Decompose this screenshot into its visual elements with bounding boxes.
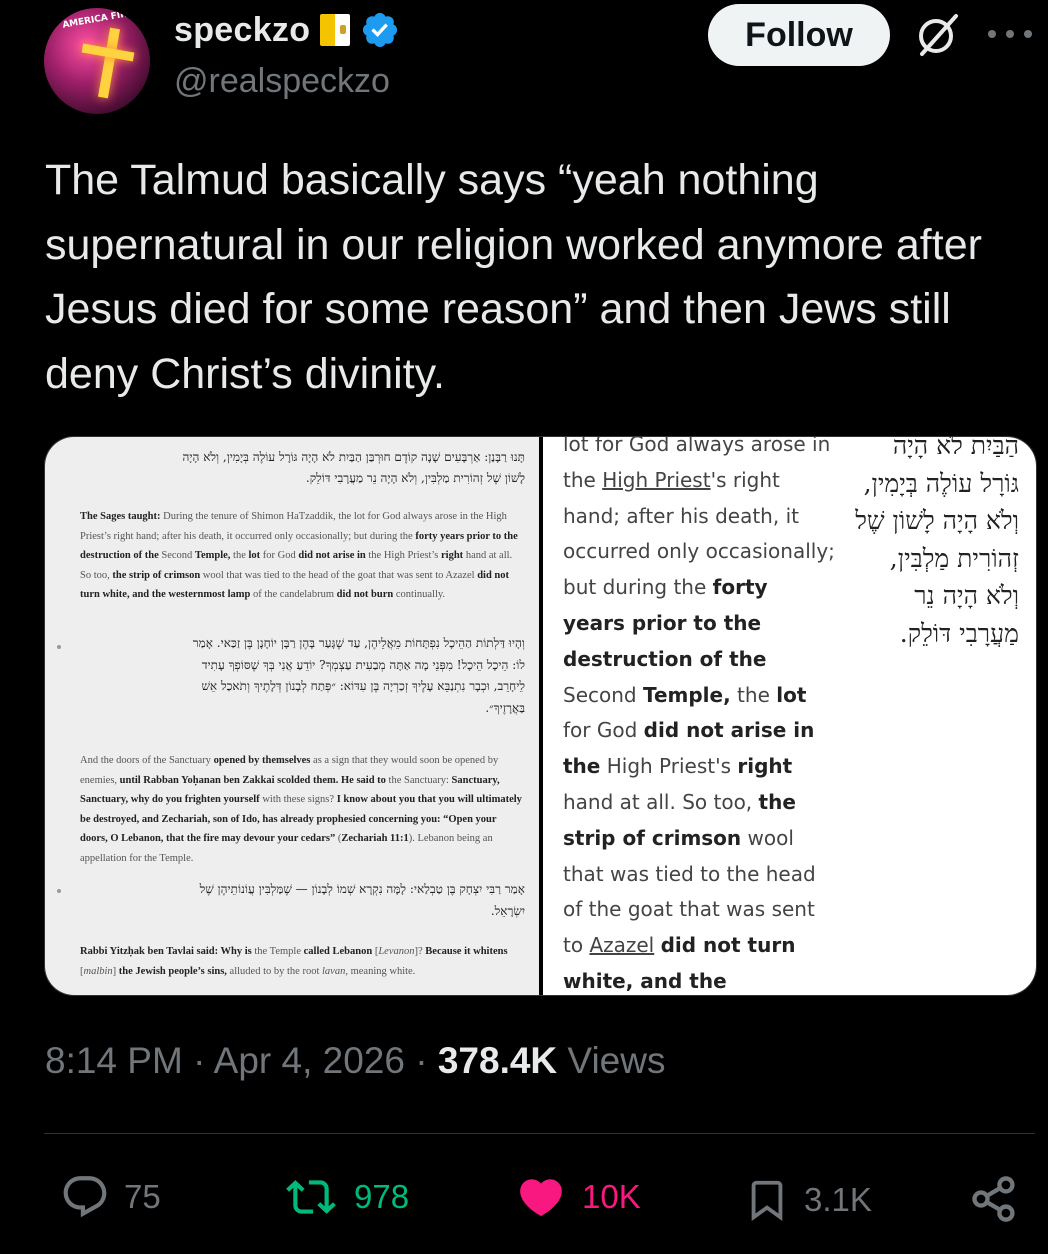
hebrew-line: זְהוֹרִית מַלְבִּין, xyxy=(889,543,1019,573)
bookmark-button[interactable]: 3.1K xyxy=(744,1172,872,1228)
tweet-meta: 8:14 PM · Apr 4, 2026 · 378.4K Views xyxy=(45,1040,665,1082)
tweet-time[interactable]: 8:14 PM xyxy=(45,1040,183,1081)
hebrew-line: וְלֹא הָיָה נֵר xyxy=(914,581,1019,610)
share-button[interactable] xyxy=(968,1172,1020,1226)
divider xyxy=(44,1133,1035,1134)
verified-badge-icon xyxy=(363,12,398,48)
media-image-right[interactable]: lot for God always arose in the High Pri… xyxy=(543,437,1036,995)
grok-icon[interactable] xyxy=(912,10,962,60)
vatican-flag-icon xyxy=(320,14,351,46)
english-passage-2: And the doors of the Sanctuary opened by… xyxy=(80,755,522,864)
zoomed-english-text: lot for God always arose in the High Pri… xyxy=(563,436,835,993)
hebrew-line: וְלֹא הָיָה לָשׁוֹן שֶׁל xyxy=(855,506,1019,535)
user-handle[interactable]: @realspeckzo xyxy=(174,62,390,101)
tweet-header: AMERICA FIRST speckzo @realspeckzo Follo… xyxy=(0,0,1048,120)
more-options-icon[interactable] xyxy=(988,14,1032,54)
display-name[interactable]: speckzo xyxy=(174,11,310,50)
english-passage-3: Rabbi Yitzḥak ben Tavlai said: Why is th… xyxy=(80,946,508,977)
zoomed-hebrew-text: הַבַּיִת לֹא הָיָה גּוֹרָל עוֹלֶה בְּיָמִ… xyxy=(843,436,1019,652)
hebrew-line: בַּאֲרָזֶיךָ״. xyxy=(485,700,525,715)
tweet-media[interactable]: תָּנוּ רַבָּנַן: אַרְבָּעִים שָׁנָה קוֹד… xyxy=(44,436,1037,996)
hebrew-line: תָּנוּ רַבָּנַן: אַרְבָּעִים שָׁנָה קוֹד… xyxy=(182,450,525,464)
meta-separator: · xyxy=(404,1040,438,1081)
reply-button[interactable]: 75 xyxy=(60,1172,161,1222)
bookmark-count: 3.1K xyxy=(804,1181,872,1218)
hebrew-line: יִשְׂרָאֵל. xyxy=(490,903,525,918)
hebrew-line: לָשׁוֹן שֶׁל זְהוֹרִית מַלְבִּין, וְלֹא … xyxy=(305,471,525,485)
hebrew-line: מַעֲרָבִי דּוֹלֵק. xyxy=(899,618,1019,648)
views-label: Views xyxy=(557,1040,666,1081)
like-button[interactable]: 10K xyxy=(514,1172,641,1222)
tweet-date[interactable]: Apr 4, 2026 xyxy=(214,1040,405,1081)
hebrew-line: אָמַר רַבִּי יִצְחָק בֶּן טַבְלַאי: לָמָ… xyxy=(199,882,525,896)
reply-count: 75 xyxy=(124,1178,161,1215)
hebrew-passage-1: תָּנוּ רַבָּנַן: אַרְבָּעִים שָׁנָה קוֹד… xyxy=(60,447,525,489)
tweet-text: The Talmud basically says “yeah nothing … xyxy=(45,156,994,398)
hebrew-line: וְהָיוּ דַּלְתוֹת הַהֵיכָל נִפְתָּחוֹת מ… xyxy=(192,636,525,650)
reply-icon xyxy=(63,1176,107,1218)
hebrew-line: לוֹ: הֵיכָל הֵיכָל! מִפְּנֵי מָה אַתָּה … xyxy=(201,657,525,672)
meta-separator: · xyxy=(182,1040,214,1081)
share-icon xyxy=(972,1176,1015,1222)
repost-button[interactable]: 978 xyxy=(282,1172,409,1222)
avatar[interactable]: AMERICA FIRST xyxy=(44,8,150,114)
bookmark-icon xyxy=(751,1180,783,1221)
follow-button[interactable]: Follow xyxy=(708,4,890,66)
hebrew-passage-2: וְהָיוּ דַּלְתוֹת הַהֵיכָל נִפְתָּחוֹת מ… xyxy=(60,633,525,719)
avatar-cross-shape xyxy=(97,27,121,99)
repost-icon xyxy=(286,1180,336,1214)
heart-icon xyxy=(520,1179,562,1217)
views-count: 378.4K xyxy=(437,1040,558,1081)
english-passage-1: The Sages taught: During the tenure of S… xyxy=(80,511,518,600)
like-count: 10K xyxy=(582,1178,641,1215)
hebrew-passage-3: אָמַר רַבִּי יִצְחָק בֶּן טַבְלַאי: לָמָ… xyxy=(60,879,525,922)
hebrew-line: גּוֹרָל עוֹלֶה בְּיָמִין, xyxy=(863,468,1019,498)
hebrew-line: לֵיחָרֵב, וּכְבָר נִתְנַבֵּא עָלֶיךָ זְכ… xyxy=(201,679,525,693)
avatar-hat-text: AMERICA FIRST xyxy=(61,8,141,31)
repost-count: 978 xyxy=(354,1178,410,1215)
hebrew-line: הַבַּיִת לֹא הָיָה xyxy=(892,436,1019,460)
name-row: speckzo xyxy=(174,10,400,50)
media-image-left[interactable]: תָּנוּ רַבָּנַן: אַרְבָּעִים שָׁנָה קוֹד… xyxy=(45,437,539,995)
